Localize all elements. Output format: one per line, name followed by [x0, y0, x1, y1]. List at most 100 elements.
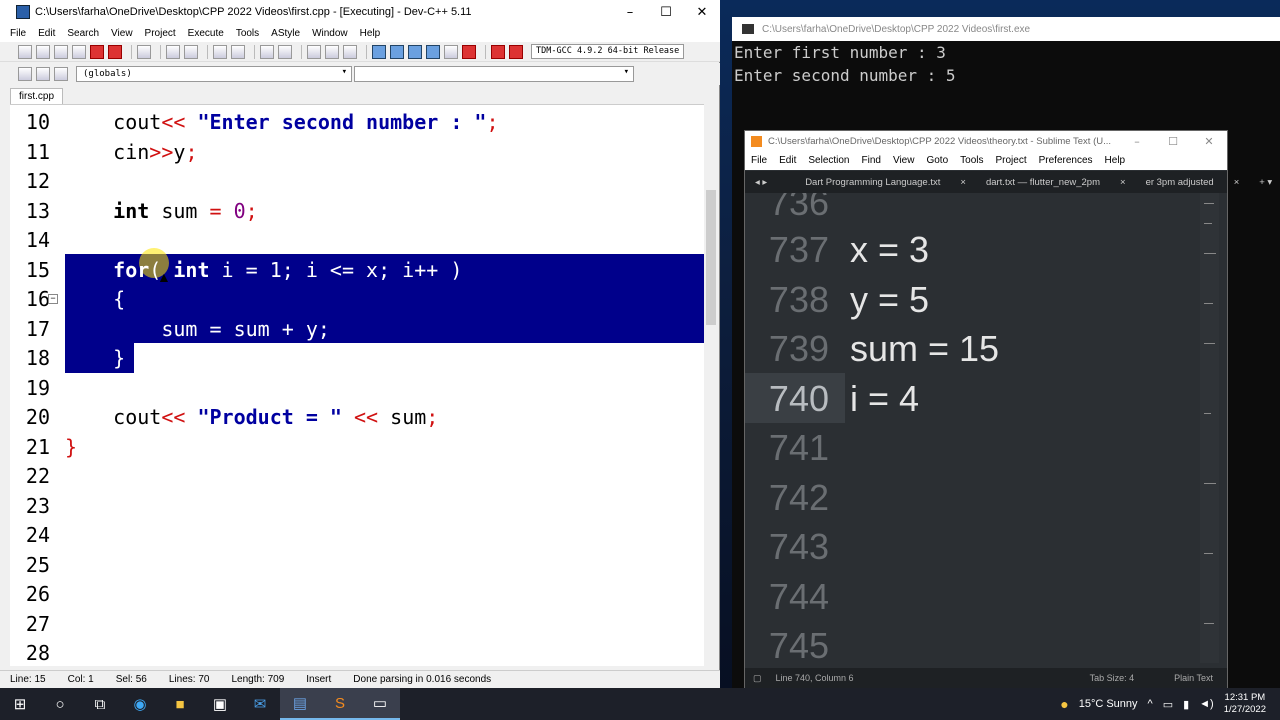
tab-close-icon[interactable]: × [1224, 177, 1250, 188]
unindent-icon[interactable] [278, 44, 292, 59]
menu-tools[interactable]: Tools [236, 28, 259, 39]
tab-dart-txt[interactable]: dart.txt — flutter_new_2pm [976, 177, 1110, 188]
clock-time: 12:31 PM [1224, 692, 1266, 703]
tab-nav-arrows-icon[interactable]: ◂ ▸ [745, 177, 777, 188]
menu-view[interactable]: View [111, 28, 133, 39]
toolbar-separator [160, 44, 161, 59]
menu-project[interactable]: Project [996, 155, 1027, 166]
add-to-project-icon[interactable] [36, 67, 50, 81]
close-file-icon[interactable] [90, 44, 104, 59]
replace-icon[interactable] [231, 44, 245, 59]
menu-file[interactable]: File [10, 28, 26, 39]
line-number: 13 [25, 198, 50, 223]
console-icon[interactable]: ▭ [360, 688, 400, 720]
sublime-minimap[interactable] [1200, 193, 1219, 663]
sublime-titlebar[interactable]: C:\Users\farha\OneDrive\Desktop\CPP 2022… [745, 131, 1227, 151]
show-hidden-icon[interactable]: ^ [1148, 698, 1153, 710]
line-number: 14 [25, 228, 50, 252]
sublime-icon[interactable]: S [320, 688, 360, 720]
volume-icon[interactable]: ◄) [1199, 698, 1214, 710]
menu-astyle[interactable]: AStyle [271, 28, 300, 39]
console-titlebar[interactable]: C:\Users\farha\OneDrive\Desktop\CPP 2022… [732, 17, 1280, 41]
maximize-icon[interactable]: ☐ [1155, 135, 1191, 148]
network-icon[interactable]: ▭ [1163, 698, 1173, 711]
mail-icon[interactable]: ✉ [240, 688, 280, 720]
status-panel-icon[interactable]: ▢ [753, 673, 762, 684]
editor-scrollbar-thumb[interactable] [706, 190, 716, 325]
clock[interactable]: 12:31 PM 1/27/2022 [1224, 692, 1266, 716]
syntax-check-icon[interactable] [444, 44, 458, 59]
editor-scrollbar[interactable] [704, 104, 718, 666]
code-editor[interactable]: 10 11 12 13 14 15 16 17 18 19 20 21 22 2… [10, 104, 718, 666]
undo-icon[interactable] [166, 44, 180, 59]
delete-profile-icon[interactable] [509, 44, 523, 59]
compile-run-icon[interactable] [408, 44, 422, 59]
windows-start-icon[interactable]: ⊞ [0, 688, 40, 720]
sublime-editor[interactable]: 736 737 738 739 740 741 742 743 744 745 … [745, 193, 1219, 668]
minimize-icon[interactable]: – [1119, 135, 1155, 148]
task-view-icon[interactable]: ⧉ [80, 688, 120, 720]
menu-search[interactable]: Search [67, 28, 99, 39]
maximize-icon[interactable]: ☐ [648, 5, 684, 20]
tab-close-icon[interactable]: × [950, 177, 976, 188]
close-icon[interactable]: ✕ [1191, 135, 1227, 148]
find-icon[interactable] [213, 44, 227, 59]
minimap-line [1204, 343, 1215, 344]
scope-combo[interactable]: (globals) ▾ [76, 66, 352, 82]
file-explorer-icon[interactable]: ■ [160, 688, 200, 720]
tab-dart-language[interactable]: Dart Programming Language.txt [795, 177, 950, 188]
status-syntax[interactable]: Plain Text [1174, 673, 1213, 683]
open-file-icon[interactable] [36, 44, 50, 59]
tab-close-icon[interactable]: × [1110, 177, 1136, 188]
line-number: 25 [25, 552, 50, 577]
save-all-icon[interactable] [72, 44, 86, 59]
compiler-select[interactable]: TDM-GCC 4.9.2 64-bit Release [531, 44, 685, 59]
status-tab-size[interactable]: Tab Size: 4 [1090, 673, 1135, 683]
compile-icon[interactable] [372, 44, 386, 59]
close-all-icon[interactable] [108, 44, 122, 59]
print-icon[interactable] [137, 44, 151, 59]
menu-file[interactable]: File [751, 155, 767, 166]
store-icon[interactable]: ▣ [200, 688, 240, 720]
edge-icon[interactable]: ◉ [120, 688, 160, 720]
run-icon[interactable] [390, 44, 404, 59]
weather-text[interactable]: 15°C Sunny [1079, 698, 1138, 710]
search-icon[interactable]: ○ [40, 688, 80, 720]
back-icon[interactable] [307, 44, 321, 59]
menu-goto[interactable]: Goto [926, 155, 948, 166]
menu-window[interactable]: Window [312, 28, 348, 39]
forward-icon[interactable] [325, 44, 339, 59]
new-project-icon[interactable] [18, 67, 32, 81]
menu-tools[interactable]: Tools [960, 155, 983, 166]
fold-collapse-icon[interactable]: − [48, 294, 58, 304]
profile-icon[interactable] [491, 44, 505, 59]
new-file-icon[interactable] [18, 44, 32, 59]
remove-from-project-icon[interactable] [54, 67, 68, 81]
menu-help[interactable]: Help [1105, 155, 1126, 166]
minimize-icon[interactable]: – [612, 5, 648, 20]
redo-icon[interactable] [184, 44, 198, 59]
stop-icon[interactable] [462, 44, 476, 59]
code-area[interactable]: cout<< "Enter second number : "; cin>>y;… [65, 105, 705, 666]
member-combo[interactable]: ▾ [354, 66, 634, 82]
save-icon[interactable] [54, 44, 68, 59]
bookmark-icon[interactable] [343, 44, 357, 59]
menu-edit[interactable]: Edit [38, 28, 55, 39]
indent-icon[interactable] [260, 44, 274, 59]
menu-find[interactable]: Find [862, 155, 881, 166]
battery-icon[interactable]: ▮ [1183, 698, 1189, 711]
close-icon[interactable]: ✕ [684, 5, 720, 20]
menu-preferences[interactable]: Preferences [1039, 155, 1093, 166]
menu-view[interactable]: View [893, 155, 915, 166]
menu-edit[interactable]: Edit [779, 155, 796, 166]
menu-help[interactable]: Help [360, 28, 381, 39]
menu-selection[interactable]: Selection [808, 155, 849, 166]
tab-3pm-adjusted[interactable]: er 3pm adjusted [1136, 177, 1224, 188]
devcpp-icon[interactable]: ▤ [280, 688, 320, 720]
devcpp-titlebar[interactable]: C:\Users\farha\OneDrive\Desktop\CPP 2022… [0, 0, 720, 24]
menu-project[interactable]: Project [145, 28, 176, 39]
tab-first-cpp[interactable]: first.cpp [10, 88, 64, 104]
menu-execute[interactable]: Execute [188, 28, 224, 39]
rebuild-icon[interactable] [426, 44, 440, 59]
new-tab-icon[interactable]: + ▾ [1249, 177, 1280, 188]
